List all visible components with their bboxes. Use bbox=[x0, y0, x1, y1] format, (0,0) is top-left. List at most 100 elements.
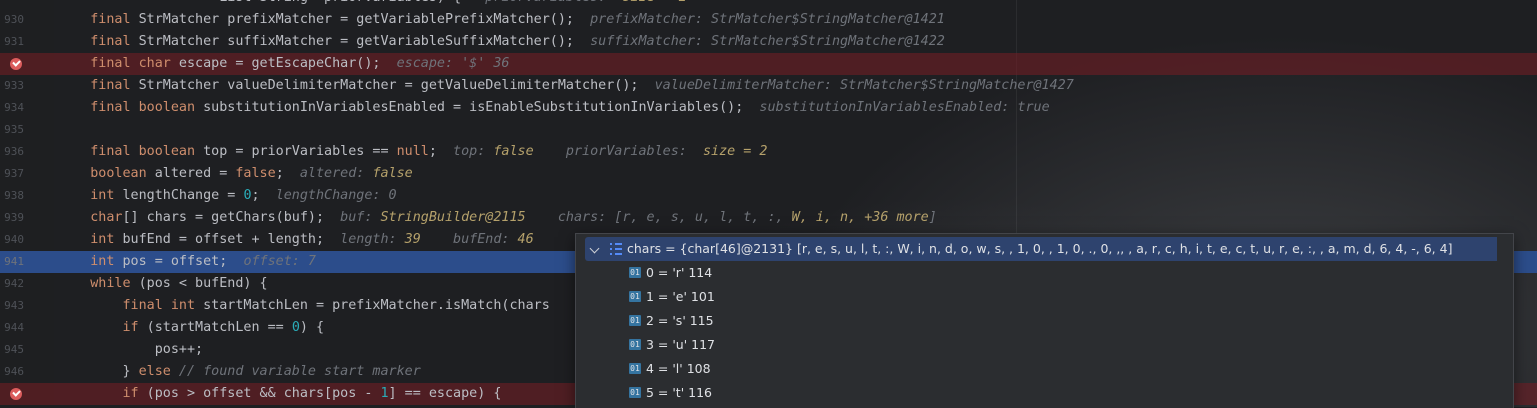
inline-value-hint: buf: bbox=[340, 210, 381, 225]
line-number: 942 bbox=[4, 277, 24, 290]
code-token: bufEnd = offset + length; bbox=[114, 232, 341, 247]
code-token: ] == escape) { bbox=[388, 386, 502, 401]
line-number: 930 bbox=[4, 13, 24, 26]
inline-value-hint: priorVariables: bbox=[565, 144, 695, 159]
inline-value-hint: altered: bbox=[299, 166, 373, 181]
primitive-value-icon: 01 bbox=[629, 387, 641, 398]
variable-inspector-popup[interactable]: chars = {char[46]@2131} [r, e, s, u, l, … bbox=[575, 233, 1514, 408]
inline-value-hint: valueDelimiterMatcher: StrMatcher$String… bbox=[654, 78, 1074, 93]
code-line[interactable]: 938 int lengthChange = 0; lengthChange: … bbox=[0, 185, 1537, 207]
code-text[interactable]: final StrMatcher prefixMatcher = getVari… bbox=[58, 9, 945, 31]
popup-scrollbar[interactable] bbox=[1497, 234, 1513, 408]
breakpoint-line[interactable]: final char escape = getEscapeChar(); esc… bbox=[0, 53, 1537, 75]
code-text[interactable]: final StrMatcher valueDelimiterMatcher =… bbox=[58, 75, 1074, 97]
line-number: 944 bbox=[4, 321, 24, 334]
code-token: escape = getEscapeChar(); bbox=[170, 56, 397, 71]
line-number: 940 bbox=[4, 233, 24, 246]
array-element-label: 2 = 's' 115 bbox=[646, 313, 714, 328]
inline-value-hint: prefixMatcher: StrMatcher$StringMatcher@… bbox=[590, 12, 945, 27]
array-element-label: 3 = 'u' 117 bbox=[646, 337, 716, 352]
code-text[interactable]: final int startMatchLen = prefixMatcher.… bbox=[58, 295, 550, 317]
array-element-row[interactable]: 01 2 = 's' 115 bbox=[576, 309, 1513, 333]
inline-value-hint: // found variable start marker bbox=[170, 364, 421, 379]
line-number: 933 bbox=[4, 79, 24, 92]
code-token: 1 bbox=[380, 386, 389, 401]
code-line[interactable]: 935 bbox=[0, 119, 1537, 141]
code-line[interactable]: 936 final boolean top = priorVariables =… bbox=[0, 141, 1537, 163]
code-text[interactable]: boolean altered = false; altered: false bbox=[58, 163, 413, 185]
code-token: final char bbox=[90, 56, 171, 71]
inline-value-hint: W, i, n, +36 more bbox=[791, 210, 929, 225]
array-element-row[interactable]: 01 1 = 'e' 101 bbox=[576, 285, 1513, 309]
code-token: } bbox=[58, 364, 139, 379]
line-number: 945 bbox=[4, 343, 24, 356]
array-element-row[interactable]: 01 0 = 'r' 114 bbox=[576, 261, 1513, 285]
inline-value-hint: ] bbox=[928, 210, 937, 225]
inline-value-hint: suffixMatcher: StrMatcher$StringMatcher@… bbox=[590, 34, 945, 49]
code-token: final bbox=[90, 78, 131, 93]
line-number: 939 bbox=[4, 211, 24, 224]
code-text[interactable]: final boolean top = priorVariables == nu… bbox=[58, 141, 767, 163]
code-token: [] chars = getChars(buf); bbox=[122, 210, 341, 225]
array-element-row[interactable]: 01 4 = 'l' 108 bbox=[576, 357, 1513, 381]
code-line[interactable]: 930 final StrMatcher prefixMatcher = get… bbox=[0, 9, 1537, 31]
primitive-value-icon: 01 bbox=[629, 291, 641, 302]
code-token: pos = offset; bbox=[114, 254, 244, 269]
code-token: if bbox=[122, 386, 139, 401]
code-token: ; bbox=[428, 144, 454, 159]
code-token: final boolean bbox=[90, 144, 196, 159]
code-text[interactable]: int pos = offset; offset: 7 bbox=[58, 251, 316, 273]
inline-value-hint: top: bbox=[453, 144, 494, 159]
code-token: else bbox=[138, 364, 171, 379]
array-variable-row[interactable]: chars = {char[46]@2131} [r, e, s, u, l, … bbox=[585, 237, 1501, 261]
inline-value-hint: false bbox=[493, 144, 534, 159]
array-element-row[interactable]: 01 5 = 't' 116 bbox=[576, 381, 1513, 405]
line-number: 938 bbox=[4, 189, 24, 202]
code-token: char bbox=[90, 210, 123, 225]
code-text[interactable]: if (startMatchLen == 0) { bbox=[58, 317, 325, 339]
code-token: null bbox=[396, 144, 429, 159]
code-text[interactable]: List<String> priorVariables) { priorVari… bbox=[58, 0, 687, 9]
line-number: 934 bbox=[4, 101, 24, 114]
code-text[interactable]: int bufEnd = offset + length; length: 39… bbox=[58, 229, 534, 251]
primitive-value-icon: 01 bbox=[629, 339, 641, 350]
code-token: ; bbox=[251, 188, 276, 203]
code-text[interactable]: final char escape = getEscapeChar(); esc… bbox=[58, 53, 509, 75]
code-line[interactable]: 934 final boolean substitutionInVariable… bbox=[0, 97, 1537, 119]
inline-value-hint: 46 bbox=[517, 232, 534, 247]
inline-value-hint: priorVariables: bbox=[485, 0, 614, 5]
code-text[interactable]: final StrMatcher suffixMatcher = getVari… bbox=[58, 31, 945, 53]
primitive-value-icon: 01 bbox=[629, 363, 641, 374]
code-line[interactable]: List<String> priorVariables) { priorVari… bbox=[0, 0, 1537, 9]
inline-value-hint: size = 2 bbox=[694, 144, 768, 159]
inline-value-hint: 39 bbox=[404, 232, 421, 247]
code-text[interactable]: int lengthChange = 0; lengthChange: 0 bbox=[58, 185, 397, 207]
inline-value-hint: size = 2 bbox=[614, 0, 687, 5]
inline-value-hint: offset: 7 bbox=[243, 254, 316, 269]
inline-value-hint: lengthChange: 0 bbox=[275, 188, 397, 203]
code-text[interactable]: final boolean substitutionInVariablesEna… bbox=[58, 97, 1049, 119]
code-line[interactable]: 931 final StrMatcher suffixMatcher = get… bbox=[0, 31, 1537, 53]
inline-value-hint: StringBuilder@2115 bbox=[380, 210, 526, 225]
code-token: StrMatcher prefixMatcher = getVariablePr… bbox=[130, 12, 591, 27]
code-text[interactable]: while (pos < bufEnd) { bbox=[58, 273, 267, 295]
breakpoint-icon[interactable] bbox=[10, 388, 22, 400]
code-line[interactable]: 933 final StrMatcher valueDelimiterMatch… bbox=[0, 75, 1537, 97]
code-text[interactable]: } else // found variable start marker bbox=[58, 361, 421, 383]
inline-value-hint: length: bbox=[340, 232, 405, 247]
code-line[interactable]: 937 boolean altered = false; altered: fa… bbox=[0, 163, 1537, 185]
code-text[interactable]: pos++; bbox=[58, 339, 203, 361]
breakpoint-icon[interactable] bbox=[10, 58, 22, 70]
chevron-down-icon[interactable] bbox=[589, 243, 600, 254]
code-line[interactable]: 939 char[] chars = getChars(buf); buf: S… bbox=[0, 207, 1537, 229]
primitive-value-icon: 01 bbox=[629, 315, 641, 326]
line-number: 935 bbox=[4, 123, 24, 136]
code-text[interactable]: if (pos > offset && chars[pos - 1] == es… bbox=[58, 383, 502, 405]
code-text[interactable]: char[] chars = getChars(buf); buf: Strin… bbox=[58, 207, 937, 229]
array-element-row[interactable]: 01 3 = 'u' 117 bbox=[576, 333, 1513, 357]
